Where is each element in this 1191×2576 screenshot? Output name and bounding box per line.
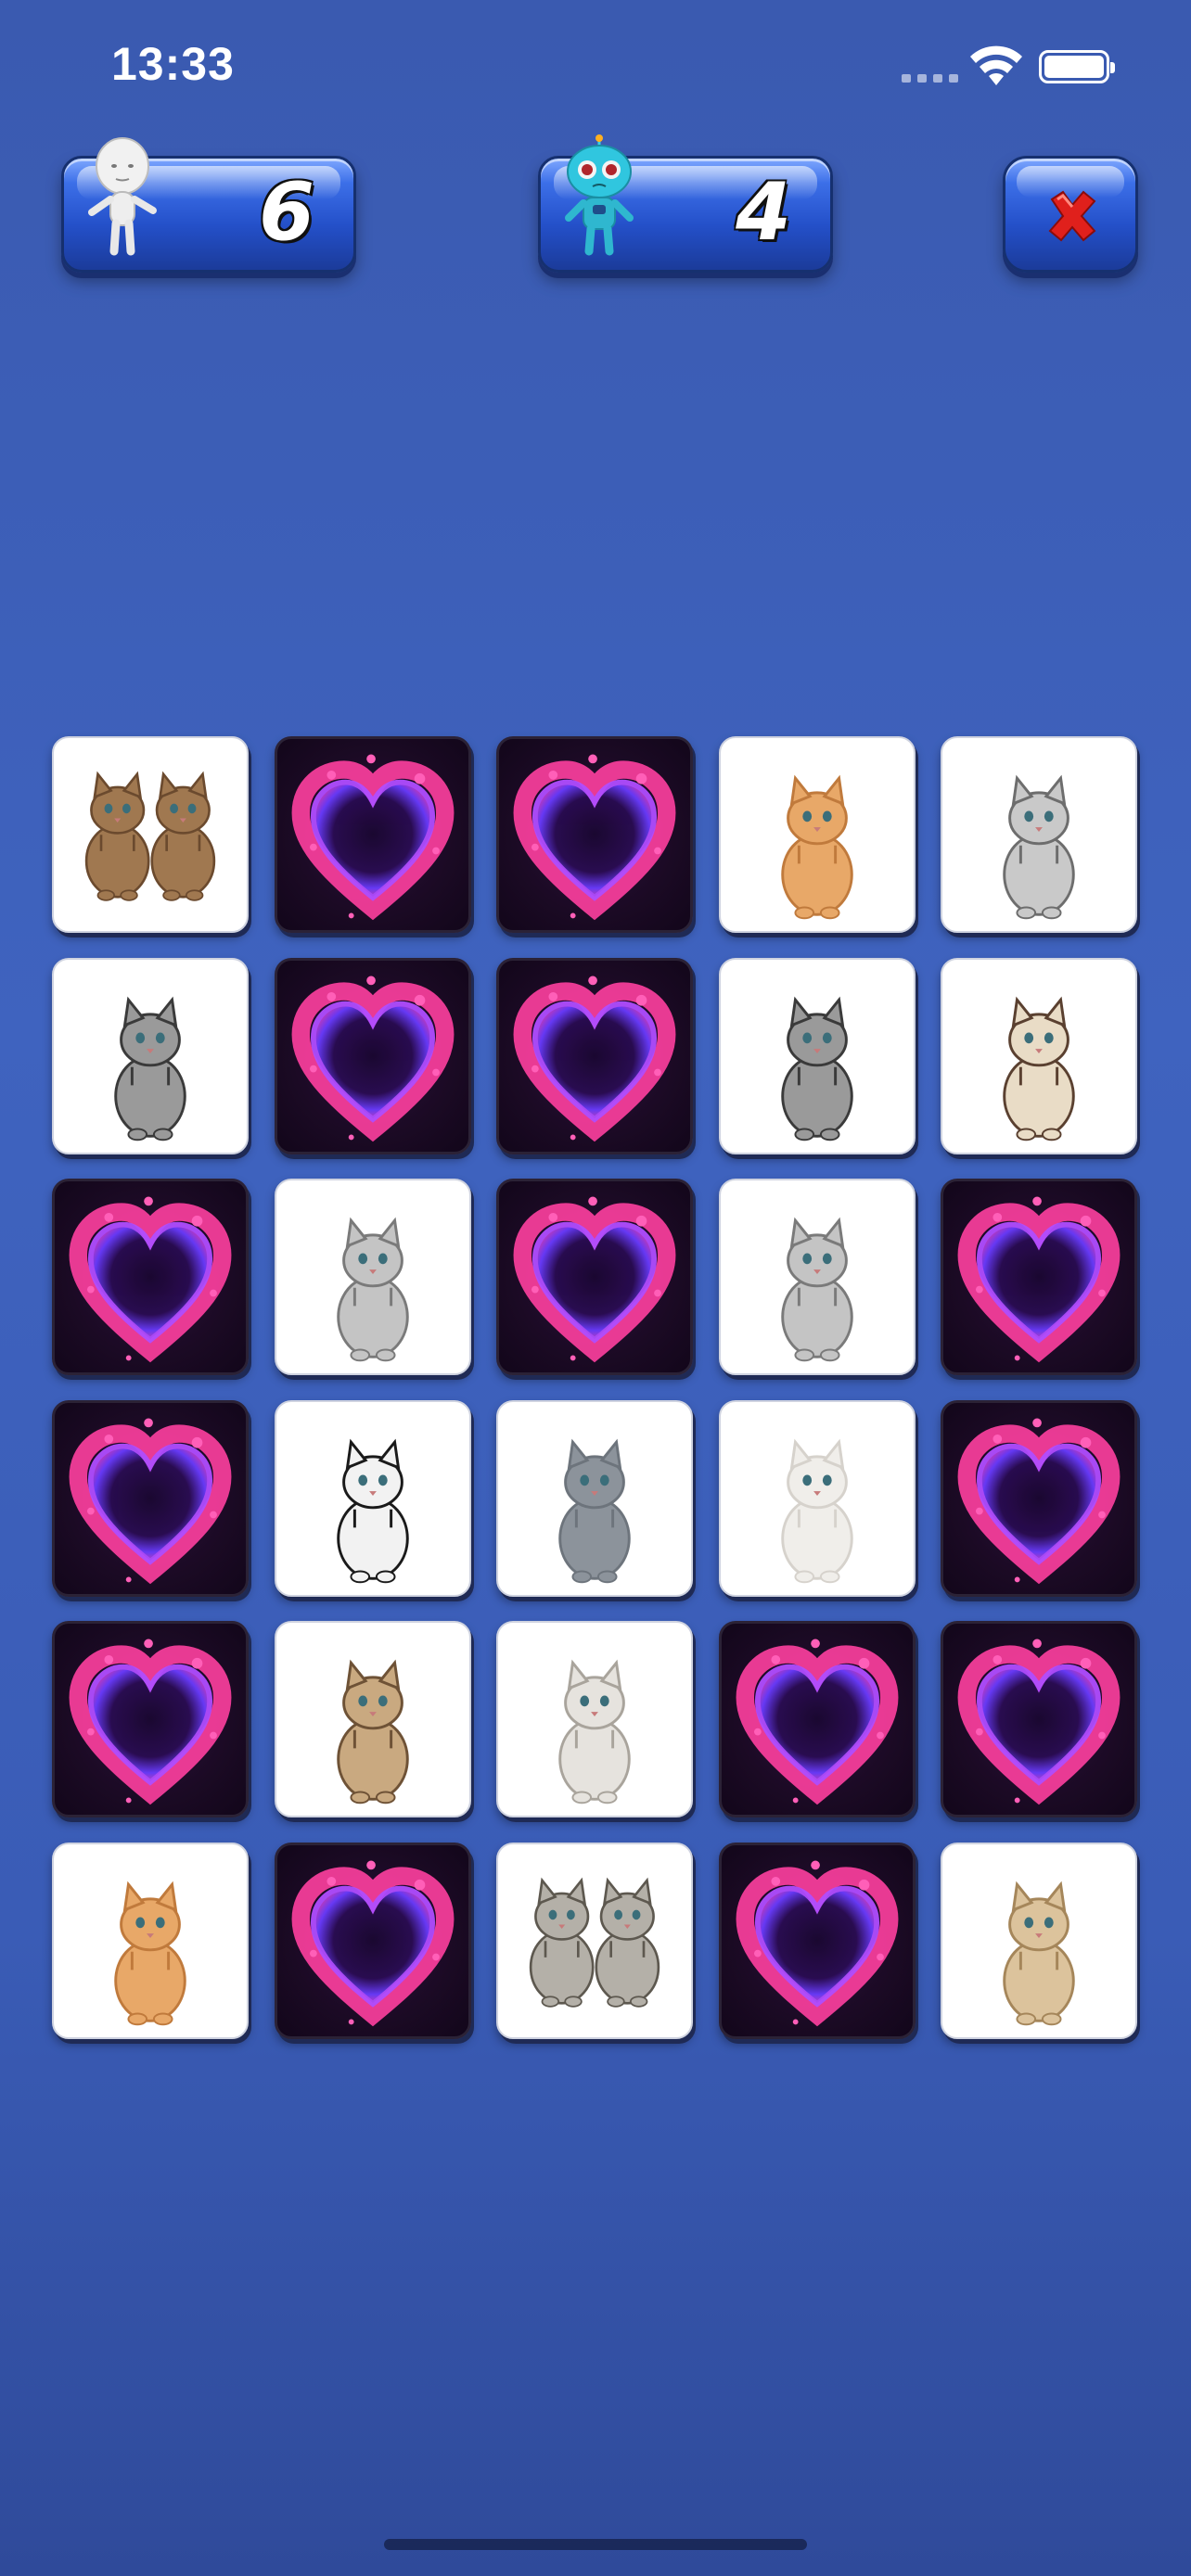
card-back[interactable] [496,736,693,933]
card-face-silver-tabby-cat-sitting[interactable] [274,1179,471,1375]
card-face-siamese-cat[interactable] [941,957,1137,1154]
card-back[interactable] [941,1179,1137,1375]
card-face-white-longhair-cat[interactable] [496,1621,693,1817]
orange-fluffy-kitten-image [114,1881,186,2025]
tabby-kitten-sitting-image [336,1659,409,1804]
heart-icon [736,1860,898,2026]
player-avatar-icon [88,137,157,256]
close-button[interactable] [1003,156,1138,273]
opponent-score-panel: 4 [538,134,833,273]
heart-icon [291,754,454,921]
card-face-orange-fluffy-kitten[interactable] [52,1842,249,2039]
player-score: 6 [259,166,314,259]
silver-tabby-cat-sitting-image [336,1217,409,1362]
heart-icon [957,1196,1121,1363]
card-face-tabby-kitten-sitting[interactable] [274,1621,471,1817]
heart-icon [513,754,676,921]
card-back[interactable] [718,1842,916,2039]
home-indicator[interactable] [384,2539,807,2550]
card-back[interactable] [274,1842,471,2039]
heart-icon [69,1418,232,1584]
wifi-icon [970,45,1022,85]
cream-tabby-cat-image [1003,1881,1075,2025]
card-face-two-gray-tabby-kittens[interactable] [496,1842,693,2039]
spotted-bengal-cat-standing-image [1003,774,1075,920]
card-face-two-tabby-kittens[interactable] [52,736,249,933]
card-back[interactable] [496,1179,693,1375]
card-face-cream-tabby-cat[interactable] [941,1842,1137,2039]
gray-british-shorthair-image [558,1438,631,1583]
heart-icon [957,1418,1121,1584]
two-gray-tabby-kittens-image [529,1877,660,2008]
card-face-white-persian-cat[interactable] [718,1399,916,1597]
orange-fluffy-kitten-image [780,774,853,920]
card-face-spotted-bengal-cat-standing[interactable] [941,736,1137,933]
heart-icon [736,1639,898,1805]
two-tabby-kittens-image [84,771,216,901]
card-face-orange-fluffy-kitten[interactable] [718,736,916,933]
heart-icon [291,976,454,1141]
card-back[interactable] [52,1399,249,1597]
white-persian-cat-image [780,1438,853,1583]
white-longhair-cat-image [558,1659,631,1804]
card-face-silver-tabby-cat-sitting[interactable] [718,1179,916,1375]
heart-icon [69,1639,232,1805]
card-back[interactable] [941,1621,1137,1817]
heart-icon [69,1196,232,1363]
card-back[interactable] [718,1621,916,1817]
card-back[interactable] [52,1621,249,1817]
black-white-kitten-image [336,1438,409,1583]
card-back[interactable] [52,1179,249,1375]
close-x-icon [1048,190,1096,242]
siamese-cat-image [1003,996,1075,1141]
status-bar: 13:33 [0,0,1191,139]
opponent-score: 4 [736,166,791,259]
heart-icon [513,976,676,1141]
card-face-gray-fluffy-kitten[interactable] [718,957,916,1154]
card-back[interactable] [274,957,471,1154]
card-back[interactable] [496,957,693,1154]
status-time: 13:33 [111,38,235,90]
heart-icon [291,1860,454,2026]
gray-fluffy-kitten-image [780,996,853,1141]
heart-icon [513,1196,676,1363]
robot-avatar-icon [565,134,634,256]
card-face-gray-british-shorthair[interactable] [496,1399,693,1597]
heart-icon [957,1639,1121,1805]
player-score-panel: 6 [61,137,356,273]
memory-card-grid [52,736,1137,2040]
cellular-signal-icon [902,74,958,83]
card-face-black-white-kitten[interactable] [274,1399,471,1597]
card-back[interactable] [941,1399,1137,1597]
silver-tabby-cat-sitting-image [780,1217,853,1362]
card-face-gray-fluffy-kitten[interactable] [52,957,249,1154]
battery-icon [1039,50,1115,83]
gray-fluffy-kitten-image [114,996,186,1141]
card-back[interactable] [274,736,471,933]
